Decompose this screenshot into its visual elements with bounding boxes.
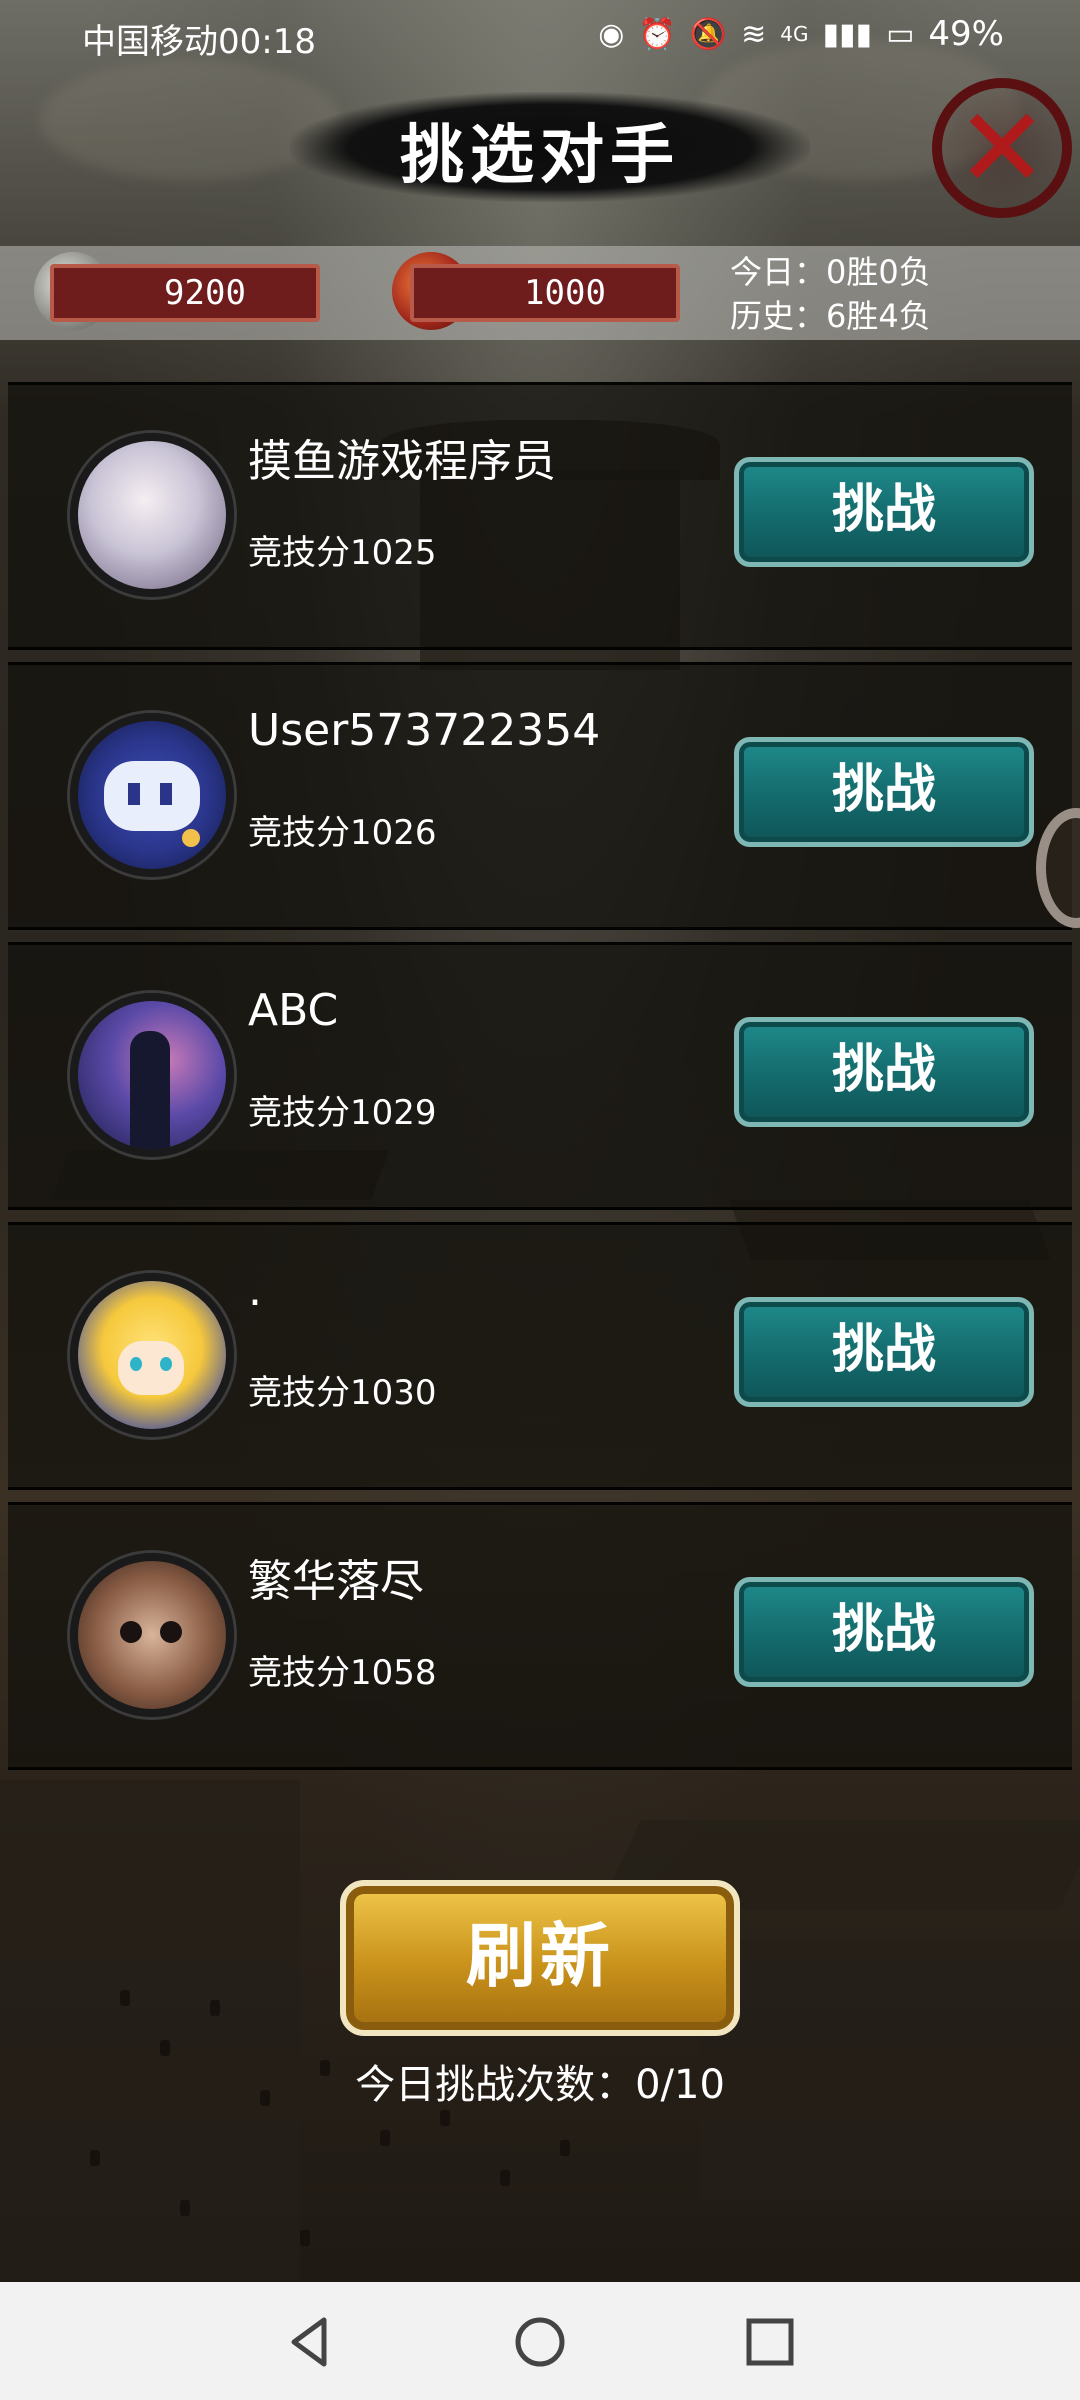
refresh-button[interactable]: 刷新 [340, 1880, 740, 2036]
opponent-name: User573722354 [248, 705, 601, 756]
today-record: 今日：0胜0负 [730, 253, 931, 291]
avatar [70, 713, 234, 877]
opponent-score: 竞技分1058 [248, 1653, 437, 1693]
home-icon[interactable] [510, 2312, 570, 2372]
mute-bell-icon: 🔕 [689, 16, 728, 52]
recents-icon[interactable] [740, 2312, 800, 2372]
token-count: 1000 [410, 264, 680, 322]
avatar [70, 433, 234, 597]
daily-challenge-count: 今日挑战次数：0/10 [355, 2062, 725, 2108]
opponent-name: 繁华落尽 [248, 1556, 424, 1607]
opponent-score: 竞技分1030 [248, 1373, 437, 1413]
system-navigation-bar [0, 2282, 1080, 2400]
avatar [70, 1273, 234, 1437]
wifi-icon: ≋ [741, 16, 767, 52]
coin-count: 9200 [50, 264, 320, 322]
opponent-row: 摸鱼游戏程序员 竞技分1025 挑战 [8, 382, 1072, 650]
page-title: 挑选对手 [400, 119, 680, 193]
carrier-time: 中国移动00:18 [82, 22, 316, 62]
opponent-row: . 竞技分1030 挑战 [8, 1222, 1072, 1490]
status-bar: 中国移动00:18 ◉ ⏰ 🔕 ≋ 4G ▮▮▮ ▭ 49% [0, 0, 1080, 72]
challenge-button[interactable]: 挑战 [734, 457, 1034, 567]
signal-icon: ▮▮▮ [822, 16, 873, 52]
avatar [70, 993, 234, 1157]
challenge-button[interactable]: 挑战 [734, 1577, 1034, 1687]
opponent-row: ABC 竞技分1029 挑战 [8, 942, 1072, 1210]
opponent-name: 摸鱼游戏程序员 [248, 436, 556, 487]
alarm-icon: ⏰ [638, 16, 676, 52]
opponent-score: 竞技分1025 [248, 533, 437, 573]
challenge-button[interactable]: 挑战 [734, 1297, 1034, 1407]
network-type: 4G [780, 22, 809, 46]
opponent-row: User573722354 竞技分1026 挑战 [8, 662, 1072, 930]
opponent-score: 竞技分1029 [248, 1093, 437, 1133]
battery-level: 49% [928, 14, 1004, 54]
challenge-button[interactable]: 挑战 [734, 1017, 1034, 1127]
avatar [70, 1553, 234, 1717]
challenge-button[interactable]: 挑战 [734, 737, 1034, 847]
close-icon: ✕ [955, 84, 1049, 212]
close-button[interactable]: ✕ [932, 78, 1072, 218]
battery-icon: ▭ [886, 16, 915, 52]
opponent-row: 繁华落尽 竞技分1058 挑战 [8, 1502, 1072, 1770]
eye-icon: ◉ [598, 16, 625, 52]
win-loss-record: 今日：0胜0负 历史：6胜4负 [730, 250, 931, 338]
back-icon[interactable] [280, 2312, 340, 2372]
opponent-score: 竞技分1026 [248, 813, 437, 853]
opponent-name: . [248, 1265, 262, 1316]
history-record: 历史：6胜4负 [730, 297, 931, 335]
opponent-name: ABC [248, 985, 339, 1036]
